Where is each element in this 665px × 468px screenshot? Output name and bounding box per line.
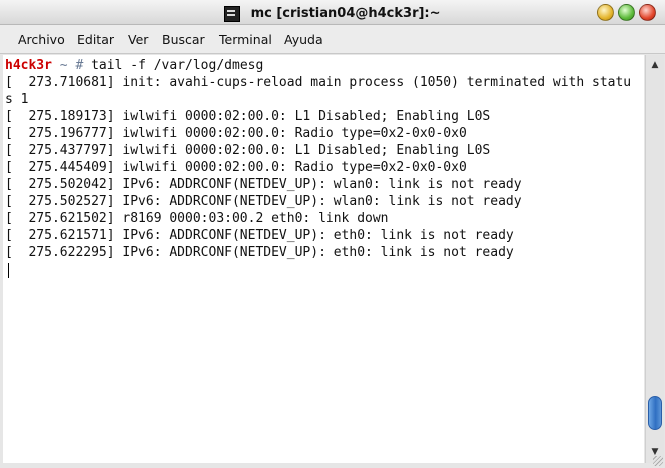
log-line: [ 275.502527] IPv6: ADDRCONF(NETDEV_UP):… [5,194,522,209]
prompt-user: h4ck3r [5,58,52,73]
log-line: [ 275.502042] IPv6: ADDRCONF(NETDEV_UP):… [5,177,522,192]
menu-ayuda[interactable]: Ayuda [284,32,323,47]
text-cursor [8,263,9,278]
log-line: [ 275.621502] r8169 0000:03:00.2 eth0: l… [5,211,389,226]
menu-buscar[interactable]: Buscar [162,32,205,47]
arrow-up-icon[interactable]: ▲ [648,58,662,72]
menu-ver[interactable]: Ver [128,32,148,47]
log-line: [ 275.437797] iwlwifi 0000:02:00.0: L1 D… [5,143,491,158]
menu-terminal[interactable]: Terminal [219,32,272,47]
window-title: mc [cristian04@h4ck3r]:~ [250,6,441,21]
terminal-window: mc [cristian04@h4ck3r]:~ Archivo Editar … [0,0,665,468]
log-line: [ 275.622295] IPv6: ADDRCONF(NETDEV_UP):… [5,245,514,260]
log-line: [ 275.196777] iwlwifi 0000:02:00.0: Radi… [5,126,467,141]
menu-editar[interactable]: Editar [77,32,114,47]
prompt-line: h4ck3r ~ # tail -f /var/log/dmesg [5,57,263,74]
title-bar[interactable]: mc [cristian04@h4ck3r]:~ [0,0,665,25]
command-text: tail -f /var/log/dmesg [91,58,264,73]
vertical-scrollbar[interactable]: ▲ ▼ [645,55,664,463]
log-line: [ 275.621571] IPv6: ADDRCONF(NETDEV_UP):… [5,228,514,243]
resize-grip-icon[interactable] [653,456,663,466]
title-wrap: mc [cristian04@h4ck3r]:~ [0,3,665,22]
scroll-thumb[interactable] [648,395,662,430]
maximize-icon[interactable] [618,4,635,21]
terminal-output[interactable]: h4ck3r ~ # tail -f /var/log/dmesg [ 273.… [3,55,644,463]
menu-archivo[interactable]: Archivo [18,32,65,47]
minimize-icon[interactable] [597,4,614,21]
log-line: s 1 [5,92,29,107]
terminal-icon [224,5,241,22]
log-line: [ 275.445409] iwlwifi 0000:02:00.0: Radi… [5,160,467,175]
log-line: [ 273.710681] init: avahi-cups-reload ma… [5,75,632,90]
log-line: [ 275.189173] iwlwifi 0000:02:00.0: L1 D… [5,109,491,124]
close-icon[interactable] [639,4,656,21]
menu-bar: Archivo Editar Ver Buscar Terminal Ayuda [0,25,665,54]
prompt-rest: ~ # [51,58,92,73]
